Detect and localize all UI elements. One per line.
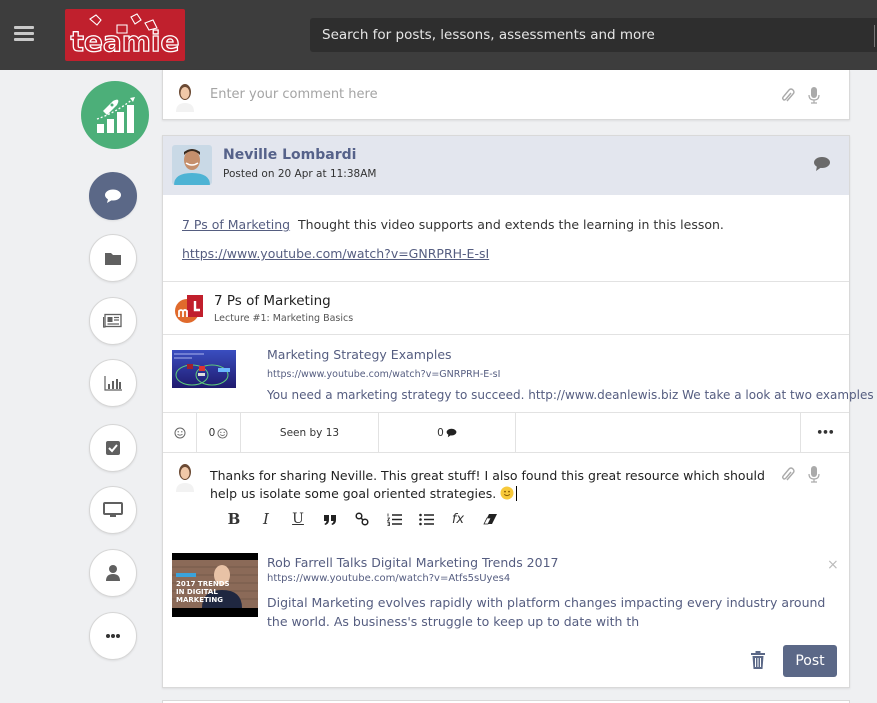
bar-chart-icon xyxy=(104,376,122,391)
preview-title[interactable]: Marketing Strategy Examples xyxy=(267,347,452,362)
post-text: 7 Ps of Marketing Thought this video sup… xyxy=(182,217,724,232)
speech-bubble-icon xyxy=(813,156,831,176)
paperclip-icon[interactable] xyxy=(781,88,795,108)
post-author[interactable]: Neville Lombardi xyxy=(223,147,356,163)
quote-icon xyxy=(324,514,336,525)
smiley-icon xyxy=(174,427,185,439)
post-body: 7 Ps of Marketing Thought this video sup… xyxy=(163,195,849,282)
svg-text:teamie: teamie xyxy=(70,25,179,58)
hamburger-icon[interactable] xyxy=(14,26,34,42)
smiley-emoji xyxy=(500,486,514,500)
more-icon xyxy=(106,634,120,638)
search-divider xyxy=(874,25,875,47)
bullet-list-icon xyxy=(418,513,434,525)
lesson-subtitle: Lecture #1: Marketing Basics xyxy=(214,313,354,324)
search-input[interactable] xyxy=(310,18,870,52)
comments-count[interactable]: 0 xyxy=(379,413,516,453)
preview-description: You need a marketing strategy to succeed… xyxy=(267,388,877,402)
comments-count-value: 0 xyxy=(437,427,444,439)
formatting-toolbar: B I U fx xyxy=(218,509,506,529)
rocket-growth-icon xyxy=(96,97,135,133)
speech-bubble-icon xyxy=(446,428,457,438)
monitor-icon xyxy=(103,501,123,517)
embed-description: Digital Marketing evolves rapidly with p… xyxy=(267,595,826,629)
rail-more-button[interactable] xyxy=(89,612,137,660)
course-logo[interactable] xyxy=(81,81,149,149)
svg-text:IN DIGITAL: IN DIGITAL xyxy=(176,588,218,596)
preview-thumbnail[interactable] xyxy=(172,350,236,388)
teamie-logo[interactable]: teamie xyxy=(65,9,185,61)
link-button[interactable] xyxy=(346,509,378,529)
checkbox-icon xyxy=(106,441,120,455)
post-card: Neville Lombardi Posted on 20 Apr at 11:… xyxy=(162,135,877,688)
lesson-title: 7 Ps of Marketing xyxy=(214,293,331,309)
comment-input[interactable]: Enter your comment here xyxy=(210,87,378,102)
reply-text: Thanks for sharing Neville. This great s… xyxy=(210,468,765,501)
rail-profile-button[interactable] xyxy=(89,549,137,597)
eraser-icon xyxy=(482,514,497,525)
lesson-icon xyxy=(173,293,205,329)
rail-news-button[interactable] xyxy=(89,297,137,345)
post-message: Thought this video supports and extends … xyxy=(298,217,724,232)
trash-icon[interactable] xyxy=(750,651,766,674)
rail-files-button[interactable] xyxy=(89,234,137,282)
embed-title[interactable]: Rob Farrell Talks Digital Marketing Tren… xyxy=(267,555,559,570)
smiley-icon xyxy=(217,427,228,439)
post-button[interactable]: Post xyxy=(783,645,837,677)
embedded-link-preview[interactable]: 2017 TRENDS IN DIGITAL MARKETING Rob Farre… xyxy=(163,551,849,631)
rail-posts-button[interactable] xyxy=(89,172,137,220)
link-preview[interactable]: Marketing Strategy Examples https://www.… xyxy=(163,335,877,413)
paperclip-icon[interactable] xyxy=(781,467,795,487)
rail-screen-button[interactable] xyxy=(89,486,137,534)
user-icon xyxy=(106,565,120,581)
link-icon xyxy=(355,512,369,526)
eraser-button[interactable] xyxy=(474,509,506,529)
bold-button[interactable]: B xyxy=(218,509,250,529)
svg-text:MARKETING: MARKETING xyxy=(176,596,223,604)
reactions-count-value: 0 xyxy=(208,427,216,439)
embed-thumbnail[interactable]: 2017 TRENDS IN DIGITAL MARKETING xyxy=(172,553,258,617)
remove-embed-button[interactable]: × xyxy=(827,557,839,573)
post-header: Neville Lombardi Posted on 20 Apr at 11:… xyxy=(163,136,849,195)
user-avatar xyxy=(172,462,198,492)
reply-editor: Thanks for sharing Neville. This great s… xyxy=(163,453,849,687)
quote-button[interactable] xyxy=(314,509,346,529)
search-bar[interactable] xyxy=(310,18,877,52)
seen-by[interactable]: Seen by 13 xyxy=(241,413,379,453)
embed-url[interactable]: https://www.youtube.com/watch?v=Atfs5sUy… xyxy=(267,573,510,584)
folder-icon xyxy=(105,252,121,265)
lesson-link[interactable]: 7 Ps of Marketing xyxy=(182,217,290,232)
text-cursor xyxy=(516,486,518,501)
underline-button[interactable]: U xyxy=(282,509,314,529)
react-button[interactable] xyxy=(163,413,197,453)
comment-box: Enter your comment here xyxy=(162,70,850,120)
speech-bubble-icon xyxy=(105,189,121,203)
formula-button[interactable]: fx xyxy=(442,509,474,529)
post-more-button[interactable]: ••• xyxy=(801,413,849,453)
user-avatar xyxy=(172,82,198,112)
svg-text:2017 TRENDS: 2017 TRENDS xyxy=(176,580,230,588)
top-bar: teamie xyxy=(0,0,877,70)
post-timestamp: Posted on 20 Apr at 11:38AM xyxy=(223,168,377,180)
author-avatar[interactable] xyxy=(172,145,212,185)
microphone-icon[interactable] xyxy=(808,466,820,487)
ordered-list-icon xyxy=(386,513,402,526)
lesson-attachment[interactable]: 7 Ps of Marketing Lecture #1: Marketing … xyxy=(163,282,849,335)
actions-spacer xyxy=(516,413,801,453)
post-actions: 0 Seen by 13 0 ••• xyxy=(163,413,849,453)
microphone-icon[interactable] xyxy=(808,87,820,108)
post-url-link[interactable]: https://www.youtube.com/watch?v=GNRPRH-E… xyxy=(182,246,489,261)
ordered-list-button[interactable] xyxy=(378,509,410,529)
preview-url[interactable]: https://www.youtube.com/watch?v=GNRPRH-E… xyxy=(267,369,500,380)
rail-reports-button[interactable] xyxy=(89,359,137,407)
bullet-list-button[interactable] xyxy=(410,509,442,529)
reactions-count[interactable]: 0 xyxy=(197,413,241,453)
rail-tasks-button[interactable] xyxy=(89,424,137,472)
reply-input[interactable]: Thanks for sharing Neville. This great s… xyxy=(210,467,780,503)
newspaper-icon xyxy=(103,313,122,328)
italic-button[interactable]: I xyxy=(250,509,282,529)
